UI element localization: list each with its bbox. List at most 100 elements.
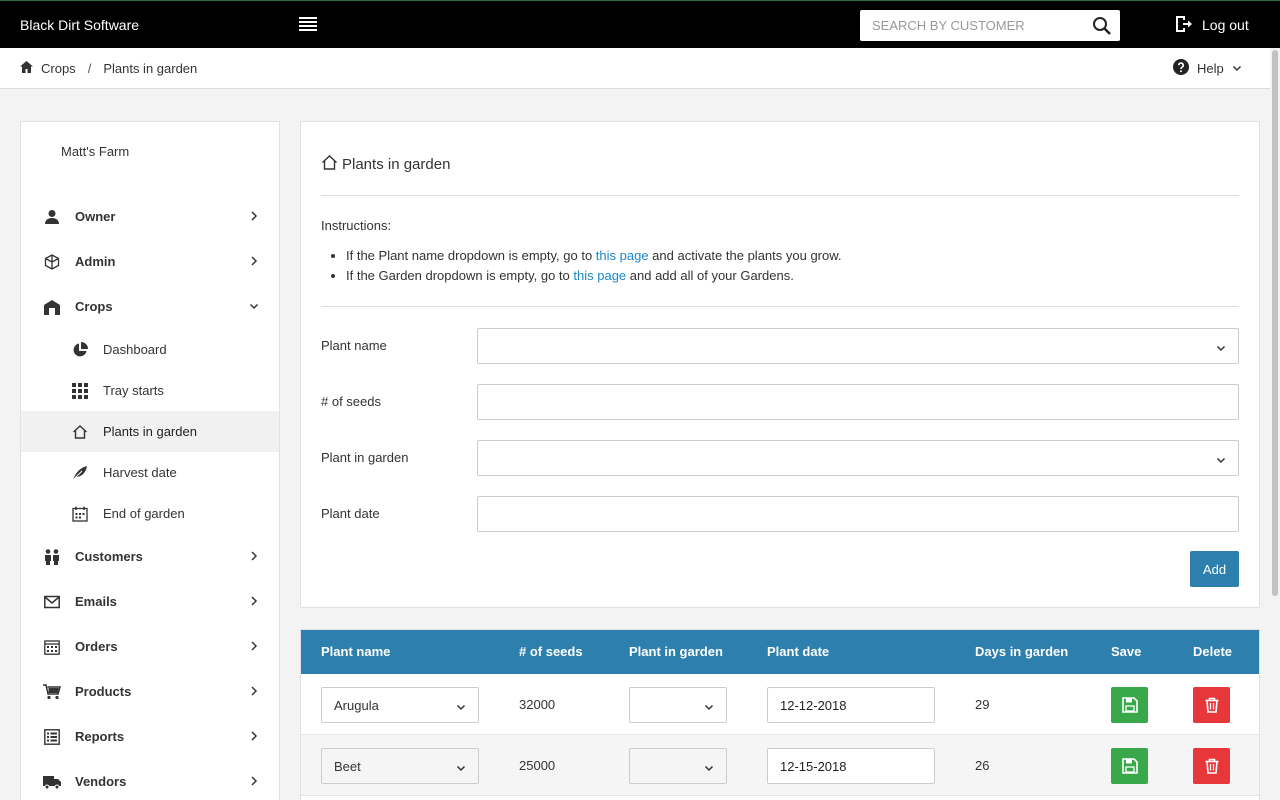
row-garden-select[interactable]: [629, 687, 727, 723]
sidebar-item-products[interactable]: Products: [21, 669, 279, 714]
delete-button[interactable]: [1193, 687, 1230, 723]
logout-button[interactable]: Log out: [1174, 1, 1249, 49]
chevron-right-icon: [249, 254, 259, 268]
search-input[interactable]: [860, 10, 1080, 41]
row-days: 29: [975, 697, 990, 712]
farm-name: Matt's Farm: [61, 144, 130, 159]
column-header[interactable]: # of seeds: [519, 644, 583, 659]
plant-name-select[interactable]: [477, 328, 1239, 364]
sidebar-sub-dashboard[interactable]: Dashboard: [21, 329, 279, 370]
sidebar-sub-label: Tray starts: [103, 383, 164, 398]
row-date-input[interactable]: [768, 688, 934, 722]
sidebar-item-vendors[interactable]: Vendors: [21, 759, 279, 800]
plants-form-panel: Plants in garden Instructions: If the Pl…: [300, 121, 1260, 608]
sidebar-item-admin[interactable]: Admin: [21, 239, 279, 284]
instruction-item: If the Garden dropdown is empty, go to t…: [346, 268, 842, 288]
sidebar-item-label: Owner: [75, 209, 116, 224]
table-row: Beet 25000 26: [301, 735, 1259, 796]
sidebar-sub-harvest-date[interactable]: Harvest date: [21, 452, 279, 493]
sidebar-item-orders[interactable]: Orders: [21, 624, 279, 669]
breadcrumb-crops[interactable]: Crops: [41, 61, 76, 76]
chevron-right-icon: [249, 684, 259, 698]
column-header[interactable]: Plant in garden: [629, 644, 723, 659]
sidebar-sub-label: Dashboard: [103, 342, 167, 357]
row-seeds: 25000: [519, 758, 556, 773]
row-garden-select[interactable]: [629, 748, 727, 784]
sidebar-nav: Owner Admin Crops Dashboard Tray starts …: [21, 194, 279, 800]
plant-date-label: Plant date: [321, 506, 380, 521]
save-icon: [1121, 697, 1138, 713]
plant-name-label: Plant name: [321, 338, 387, 353]
plant-date-input[interactable]: [478, 497, 1238, 531]
house-icon: [71, 423, 89, 441]
chevron-down-icon: [249, 299, 259, 313]
help-label: Help: [1197, 60, 1224, 76]
truck-icon: [43, 773, 61, 791]
add-button[interactable]: Add: [1190, 551, 1239, 587]
chevron-right-icon: [249, 729, 259, 743]
instruction-text: and add all of your Gardens.: [626, 268, 794, 283]
page-title-text: Plants in garden: [342, 155, 451, 173]
breadcrumb-separator: /: [87, 60, 92, 76]
row-plant-select[interactable]: Beet: [321, 748, 479, 784]
column-header[interactable]: Plant date: [767, 644, 829, 659]
sidebar-sub-tray-starts[interactable]: Tray starts: [21, 370, 279, 411]
home-icon[interactable]: [20, 60, 33, 76]
help-menu[interactable]: Help: [1173, 48, 1242, 88]
sidebar: Matt's Farm Owner Admin Crops Dashboard …: [20, 121, 280, 800]
grid-icon: [71, 382, 89, 400]
save-button[interactable]: [1111, 748, 1148, 784]
sidebar-item-label: Emails: [75, 594, 117, 609]
gardens-page-link[interactable]: this page: [573, 268, 626, 283]
chevron-down-icon: [456, 761, 466, 772]
app-brand[interactable]: Black Dirt Software: [20, 1, 139, 49]
search-icon[interactable]: [1092, 16, 1112, 36]
delete-button[interactable]: [1193, 748, 1230, 784]
instruction-text: If the Plant name dropdown is empty, go …: [346, 248, 596, 263]
chevron-down-icon: [704, 761, 714, 772]
seeds-input[interactable]: [478, 385, 1238, 419]
plants-page-link[interactable]: this page: [596, 248, 649, 263]
sidebar-sub-end-of-garden[interactable]: End of garden: [21, 493, 279, 534]
cart-icon: [43, 683, 61, 701]
sidebar-item-owner[interactable]: Owner: [21, 194, 279, 239]
sidebar-item-crops[interactable]: Crops: [21, 284, 279, 329]
sidebar-sub-plants-in-garden[interactable]: Plants in garden: [21, 411, 279, 452]
sidebar-item-label: Admin: [75, 254, 116, 269]
scrollbar-thumb[interactable]: [1272, 50, 1278, 596]
sidebar-sub-label: End of garden: [103, 506, 185, 521]
row-plant-value: Beet: [334, 759, 361, 774]
column-header[interactable]: Days in garden: [975, 644, 1068, 659]
sidebar-item-customers[interactable]: Customers: [21, 534, 279, 579]
plant-name-row: Plant name: [321, 328, 1239, 364]
row-date-input[interactable]: [768, 749, 934, 783]
sidebar-item-reports[interactable]: Reports: [21, 714, 279, 759]
column-header[interactable]: Plant name: [321, 644, 390, 659]
row-plant-value: Arugula: [334, 698, 379, 713]
seeds-label: # of seeds: [321, 394, 381, 409]
column-header: Delete: [1193, 644, 1233, 659]
garden-select[interactable]: [477, 440, 1239, 476]
menu-toggle-icon[interactable]: [299, 17, 317, 33]
chevron-down-icon: [456, 700, 466, 711]
customer-search: [860, 10, 1120, 41]
plants-table: Plant name # of seeds Plant in garden Pl…: [300, 629, 1260, 800]
table-header: Plant name # of seeds Plant in garden Pl…: [301, 630, 1259, 674]
chevron-down-icon: [1232, 61, 1242, 76]
leaf-icon: [71, 464, 89, 482]
row-days: 26: [975, 758, 990, 773]
sidebar-sub-label: Harvest date: [103, 465, 177, 480]
breadcrumb: Crops / Plants in garden: [20, 48, 197, 88]
column-header: Save: [1111, 644, 1142, 659]
barn-icon: [43, 298, 61, 316]
sidebar-item-emails[interactable]: Emails: [21, 579, 279, 624]
chevron-down-icon: [704, 700, 714, 711]
instruction-text: If the Garden dropdown is empty, go to: [346, 268, 574, 283]
save-button[interactable]: [1111, 687, 1148, 723]
row-plant-select[interactable]: Arugula: [321, 687, 479, 723]
chevron-right-icon: [249, 594, 259, 608]
instructions-label: Instructions:: [321, 218, 392, 233]
divider: [321, 195, 1239, 196]
house-icon: [321, 154, 338, 174]
sidebar-item-label: Customers: [75, 549, 143, 564]
